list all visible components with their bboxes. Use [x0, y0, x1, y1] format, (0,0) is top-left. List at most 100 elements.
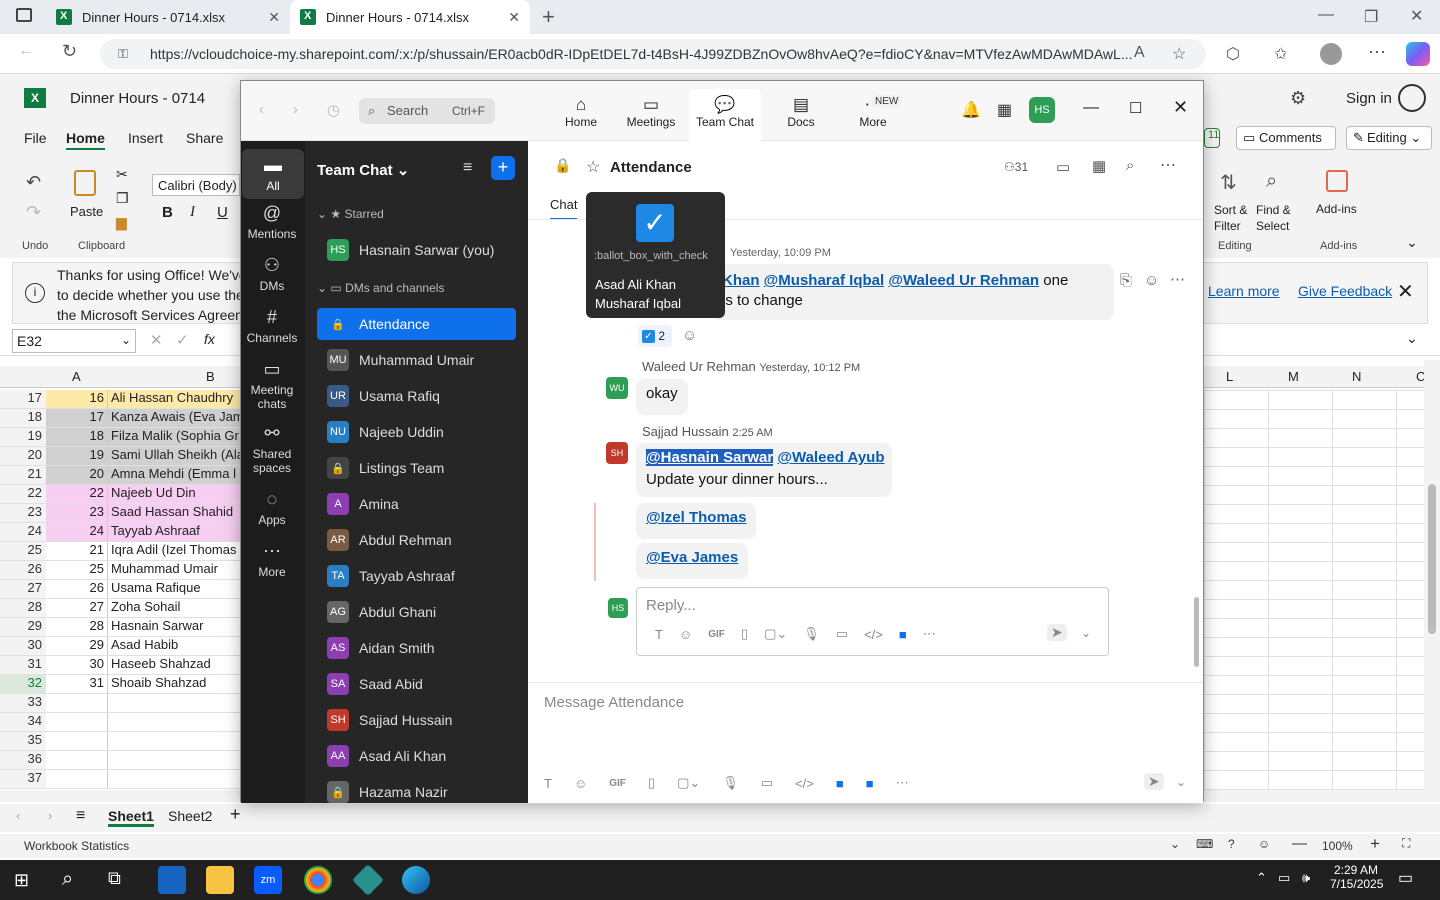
paste-button[interactable]: Paste — [70, 204, 103, 219]
code-icon[interactable]: </> — [864, 627, 883, 642]
cell-a[interactable]: 18 — [46, 428, 108, 446]
microphone-icon[interactable]: 🎙 — [722, 775, 739, 791]
cell-b[interactable] — [108, 770, 240, 788]
video-icon[interactable]: ▭ — [1056, 158, 1070, 176]
addins-icon[interactable] — [1326, 170, 1348, 192]
task-view-icon[interactable]: ⧉ — [108, 868, 121, 889]
sheet-tab-2[interactable]: Sheet2 — [168, 808, 212, 824]
workbook-title[interactable]: Dinner Hours - 0714 — [70, 90, 205, 107]
table-row[interactable]: 37 — [0, 770, 240, 789]
cell-a[interactable] — [46, 713, 108, 731]
outlook-icon[interactable] — [158, 866, 186, 894]
table-row[interactable]: 19 18 Filza Malik (Sophia Gr — [0, 428, 240, 447]
sheet-grid-right[interactable] — [1204, 390, 1424, 790]
list-item[interactable]: NU Najeeb Uddin — [317, 416, 516, 448]
italic-icon[interactable]: I — [190, 204, 195, 221]
row-number[interactable]: 20 — [0, 447, 46, 466]
table-row[interactable]: 21 20 Amna Mehdi (Emma l — [0, 466, 240, 485]
cell-a[interactable]: 28 — [46, 618, 108, 636]
table-row[interactable]: 29 28 Hasnain Sarwar — [0, 618, 240, 637]
row-number[interactable]: 34 — [0, 713, 46, 732]
zoom-app-icon[interactable]: ■ — [899, 627, 907, 642]
cell-b[interactable]: Kanza Awais (Eva Jam — [108, 409, 240, 427]
rail-meeting-chats[interactable]: ▭ Meeting chats — [241, 359, 303, 411]
zoom-app-icon[interactable]: ■ — [836, 776, 844, 791]
calendar-icon[interactable]: ▦ — [997, 100, 1012, 120]
minimize-icon[interactable]: — — [1318, 6, 1334, 24]
row-number[interactable]: 24 — [0, 523, 46, 542]
row-number[interactable]: 26 — [0, 561, 46, 580]
rail-dms[interactable]: ⚇ DMs — [241, 255, 303, 293]
copy-icon[interactable]: ❐ — [116, 190, 129, 207]
cell-b[interactable]: Ali Hassan Chaudhry — [108, 390, 240, 408]
cell-b[interactable] — [108, 713, 240, 731]
table-row[interactable]: 35 — [0, 732, 240, 751]
message-input[interactable]: Message Attendance — [544, 694, 684, 711]
cell-a[interactable]: 23 — [46, 504, 108, 522]
more-options-icon[interactable]: ⋯ — [1160, 155, 1176, 175]
file-explorer-icon[interactable] — [206, 866, 234, 894]
comments-button[interactable]: ▭ Comments — [1236, 126, 1336, 150]
refresh-icon[interactable]: ↻ — [62, 41, 77, 62]
row-number[interactable]: 17 — [0, 390, 46, 409]
send-icon[interactable]: ➤ — [1047, 624, 1067, 641]
vertical-scrollbar[interactable] — [1424, 360, 1440, 792]
mention[interactable]: @Waleed Ayub — [777, 449, 884, 466]
nav-docs[interactable]: ▤ Docs — [771, 95, 831, 129]
mention[interactable]: @Izel Thomas — [646, 509, 746, 526]
cell-b[interactable]: Shoaib Shahzad — [108, 675, 240, 693]
volume-icon[interactable]: 🕪 — [1302, 870, 1310, 886]
cell-b[interactable]: Filza Malik (Sophia Gr — [108, 428, 240, 446]
minimize-icon[interactable]: — — [1083, 99, 1099, 117]
cell-a[interactable]: 16 — [46, 390, 108, 408]
cell-b[interactable]: Asad Habib — [108, 637, 240, 655]
cell-b[interactable]: Zoha Sohail — [108, 599, 240, 617]
close-icon[interactable]: ✕ — [508, 9, 520, 26]
list-item[interactable]: TA Tayyab Ashraaf — [317, 560, 516, 592]
settings-icon[interactable]: ⚙ — [1290, 88, 1306, 109]
chevron-down-icon[interactable]: ⌄ — [121, 333, 131, 347]
channel-title[interactable]: Attendance — [610, 159, 692, 176]
cell-b[interactable]: Iqra Adil (Izel Thomas — [108, 542, 240, 560]
more-icon[interactable]: ⋯ — [1170, 270, 1185, 288]
row-number[interactable]: 22 — [0, 485, 46, 504]
profile-avatar[interactable] — [1320, 43, 1342, 65]
row-number[interactable]: 30 — [0, 637, 46, 656]
cell-a[interactable]: 30 — [46, 656, 108, 674]
site-info-icon[interactable]: ⚿ — [118, 39, 128, 69]
extensions-icon[interactable]: ⬡ — [1226, 44, 1240, 64]
cell-a[interactable]: 17 — [46, 409, 108, 427]
sign-in-link[interactable]: Sign in — [1346, 90, 1392, 107]
search-icon[interactable]: ⌕ — [62, 868, 73, 891]
network-icon[interactable]: ▭ — [1278, 870, 1290, 886]
account-icon[interactable] — [1398, 84, 1426, 112]
find-select-button[interactable]: Find & Select — [1256, 202, 1304, 234]
cell-a[interactable] — [46, 770, 108, 788]
reply-icon[interactable]: ⎘ — [1120, 272, 1132, 289]
menu-share[interactable]: Share — [186, 130, 223, 146]
star-icon[interactable]: ☆ — [586, 157, 600, 177]
column-header-n[interactable]: N — [1352, 369, 1361, 384]
cell-a[interactable]: 29 — [46, 637, 108, 655]
code-icon[interactable]: </> — [795, 776, 814, 791]
rail-all[interactable]: ▬ All — [242, 149, 304, 199]
calendar-icon[interactable]: ▦ — [1092, 157, 1106, 175]
row-number[interactable]: 37 — [0, 770, 46, 789]
zoom-level[interactable]: 100% — [1322, 839, 1353, 853]
close-icon[interactable]: ✕ — [1173, 97, 1188, 118]
table-row[interactable]: 20 19 Sami Ullah Sheikh (Ala — [0, 447, 240, 466]
new-chat-button[interactable]: + — [491, 156, 515, 180]
list-item[interactable]: 🔒 Hazama Nazir — [317, 776, 516, 803]
table-row[interactable]: 31 30 Haseeb Shahzad — [0, 656, 240, 675]
cell-a[interactable] — [46, 694, 108, 712]
row-number[interactable]: 27 — [0, 580, 46, 599]
menu-file[interactable]: File — [24, 130, 47, 146]
all-sheets-icon[interactable]: ≡ — [76, 807, 85, 825]
table-row[interactable]: 26 25 Muhammad Umair — [0, 561, 240, 580]
formula-expand-icon[interactable]: ⌄ — [1406, 330, 1418, 347]
list-item[interactable]: SH Sajjad Hussain — [317, 704, 516, 736]
message-bubble[interactable]: @Izel Thomas — [636, 503, 757, 539]
underline-icon[interactable]: U — [217, 204, 228, 221]
microphone-icon[interactable]: 🎙 — [803, 626, 820, 642]
chevron-down-icon[interactable]: ⌄ — [1176, 775, 1186, 789]
